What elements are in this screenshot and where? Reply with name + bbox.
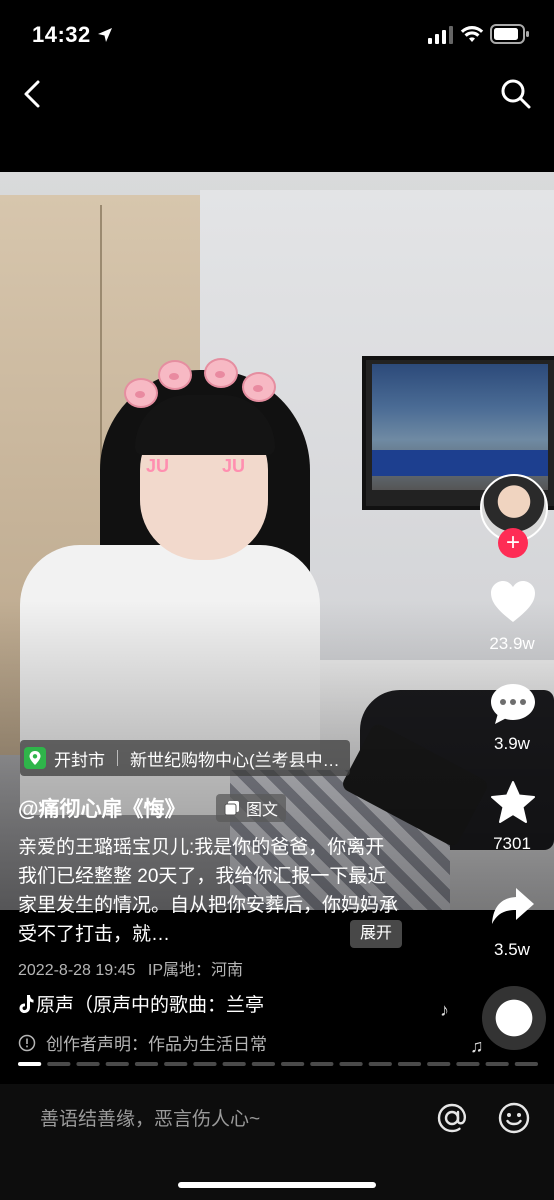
location-arrow-icon xyxy=(98,28,112,42)
share-count: 3.5w xyxy=(494,940,530,959)
location-divider xyxy=(117,750,118,766)
progress-segment xyxy=(281,1062,305,1066)
post-type-tag: 图文 xyxy=(216,794,287,822)
tiktok-note-icon xyxy=(19,994,34,1013)
comment-icon[interactable] xyxy=(489,682,537,726)
like-count: 23.9w xyxy=(489,634,535,653)
search-icon[interactable] xyxy=(498,76,534,112)
at-mention-icon[interactable] xyxy=(434,1100,470,1136)
follow-button[interactable]: + xyxy=(498,528,528,558)
progress-segment xyxy=(456,1062,480,1066)
like-heart-icon[interactable] xyxy=(489,580,537,624)
progress-segment xyxy=(47,1062,71,1066)
creator-statement: 创作者声明：作品为生活日常 xyxy=(18,1030,267,1055)
back-icon[interactable] xyxy=(16,76,52,112)
progress-segment xyxy=(222,1062,246,1066)
progress-segment xyxy=(427,1062,451,1066)
progress-segment xyxy=(193,1062,217,1066)
comment-input[interactable]: 善语结善缘，恶言伤人心~ xyxy=(40,1104,260,1131)
progress-segment xyxy=(368,1062,392,1066)
home-indicator xyxy=(178,1182,376,1188)
share-arrow-icon[interactable] xyxy=(490,886,536,926)
status-bar: 14:32 xyxy=(0,0,554,70)
progress-segment xyxy=(251,1062,275,1066)
blush-sticker-right: JU xyxy=(222,456,246,476)
progress-segment xyxy=(514,1062,538,1066)
signal-icon xyxy=(428,26,453,44)
emoji-icon[interactable] xyxy=(496,1100,532,1136)
location-city: 开封市 xyxy=(54,750,105,770)
status-time: 14:32 xyxy=(32,22,91,47)
location-place: 新世纪购物中心(兰考县中… xyxy=(130,750,340,770)
gallery-icon xyxy=(224,801,239,816)
slide-progress xyxy=(18,1062,538,1066)
progress-segment xyxy=(76,1062,100,1066)
pig-sticker-icon xyxy=(242,372,276,402)
ip-location: IP属地：河南 xyxy=(147,962,244,979)
music-note-icon: ♪ xyxy=(440,1000,449,1020)
favorite-star-icon[interactable] xyxy=(490,780,536,824)
music-note-icon: ♫ xyxy=(470,1036,484,1056)
progress-segment xyxy=(310,1062,334,1066)
location-chip[interactable]: 开封市 新世纪购物中心(兰考县中… xyxy=(20,740,350,776)
post-date: 2022-8-28 19:45 xyxy=(18,962,136,979)
wifi-icon xyxy=(460,26,484,42)
pig-sticker-icon xyxy=(158,360,192,390)
post-caption: 亲爱的王璐瑶宝贝儿:我是你的爸爸，你离开我们已经整整 20天了，我给你汇报一下最… xyxy=(18,837,399,945)
battery-icon xyxy=(490,24,529,44)
favorite-count: 7301 xyxy=(493,834,531,853)
author-name[interactable]: @痛彻心扉《悔》 xyxy=(18,793,185,823)
post-meta: 2022-8-28 19:45 IP属地：河南 xyxy=(18,956,243,980)
pig-sticker-icon xyxy=(124,378,158,408)
info-icon xyxy=(18,1034,36,1051)
expand-button[interactable]: 展开 xyxy=(350,920,403,948)
progress-segment xyxy=(134,1062,159,1066)
tv-ticker xyxy=(372,450,548,476)
pig-sticker-icon xyxy=(204,358,238,388)
music-row[interactable]: 原声（原声中的歌曲：兰亭 xyxy=(18,990,264,1017)
progress-segment xyxy=(485,1062,509,1066)
progress-segment xyxy=(339,1062,363,1066)
location-pin-icon xyxy=(24,747,46,769)
progress-segment xyxy=(164,1062,188,1066)
music-disc[interactable] xyxy=(482,986,546,1050)
post-type-label: 图文 xyxy=(246,802,279,819)
progress-segment-active xyxy=(18,1062,42,1066)
comment-count: 3.9w xyxy=(494,734,530,753)
music-title: 原声（原声中的歌曲：兰亭 xyxy=(36,995,265,1016)
progress-segment xyxy=(105,1062,129,1066)
creator-statement-text: 创作者声明：作品为生活日常 xyxy=(46,1035,267,1054)
blush-sticker-left: JU xyxy=(146,456,170,476)
progress-segment xyxy=(397,1062,422,1066)
